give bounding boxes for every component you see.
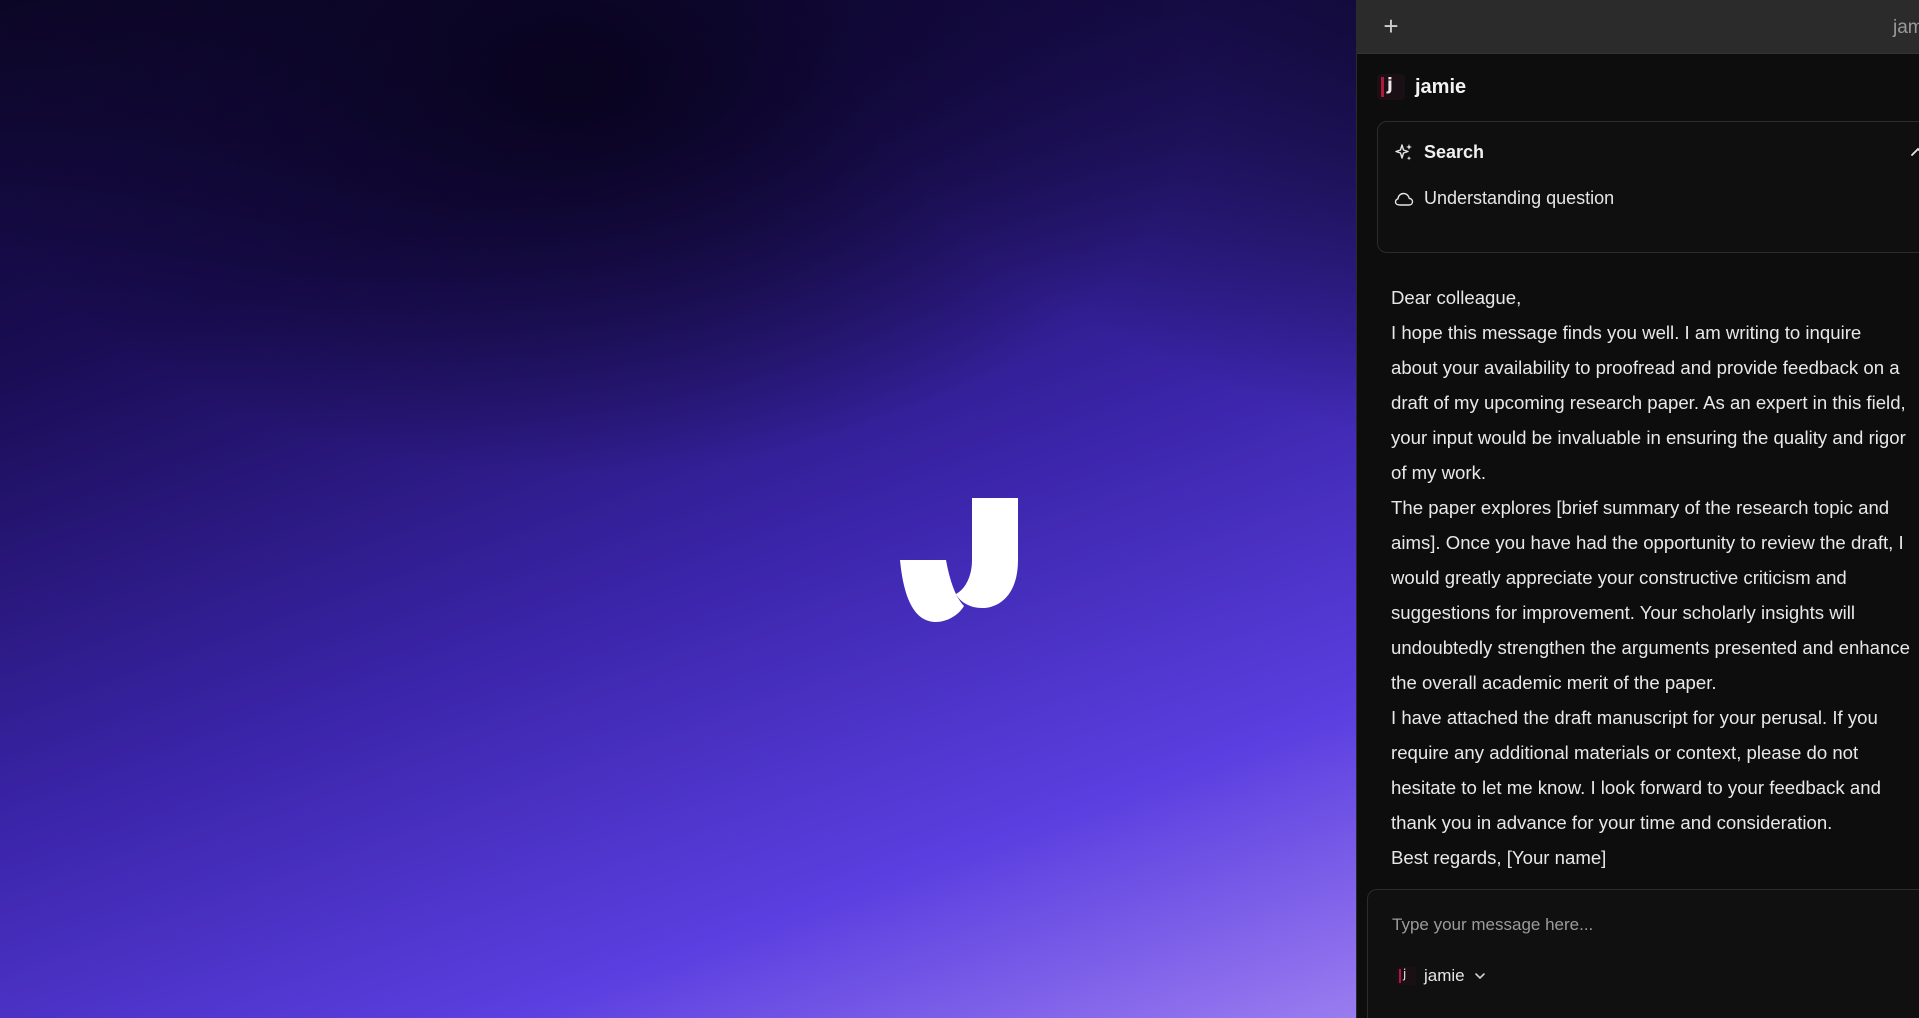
message-input[interactable] [1392, 910, 1912, 940]
jamie-avatar-icon [1377, 74, 1405, 100]
search-status-text: Understanding question [1424, 188, 1615, 208]
assistant-header: jamie [1377, 72, 1466, 102]
cloud-icon [1394, 192, 1414, 206]
sparkle-search-icon [1395, 143, 1412, 160]
jamie-chat-panel: + jamie jamie Search Understanding quest… [1356, 0, 1919, 1018]
jamie-avatar-icon [1396, 967, 1416, 985]
model-selector[interactable]: jamie [1396, 966, 1487, 986]
search-title: Search [1424, 142, 1485, 162]
message-composer: jamie [1367, 889, 1919, 1018]
chevron-down-icon [1474, 973, 1485, 980]
search-toggle[interactable]: Search [1394, 142, 1484, 163]
window-title: jamie [1893, 17, 1919, 38]
new-chat-button[interactable]: + [1377, 13, 1405, 41]
model-name: jamie [1424, 966, 1465, 985]
search-status: Understanding question [1394, 188, 1614, 209]
message-paragraph: I have attached the draft manuscript for… [1391, 707, 1881, 833]
jamie-logo-icon [900, 498, 1018, 622]
search-card: Search Understanding question [1377, 121, 1919, 253]
message-paragraph: Dear colleague, [1391, 287, 1522, 308]
assistant-name: jamie [1415, 75, 1467, 98]
message-paragraph: The paper explores [brief summary of the… [1391, 497, 1910, 693]
chevron-up-icon[interactable] [1908, 142, 1919, 162]
message-paragraph: I hope this message finds you well. I am… [1391, 322, 1906, 483]
message-paragraph: Best regards, [Your name] [1391, 847, 1607, 868]
assistant-message: Dear colleague, I hope this message find… [1391, 280, 1911, 875]
panel-topbar: + jamie [1357, 0, 1919, 54]
